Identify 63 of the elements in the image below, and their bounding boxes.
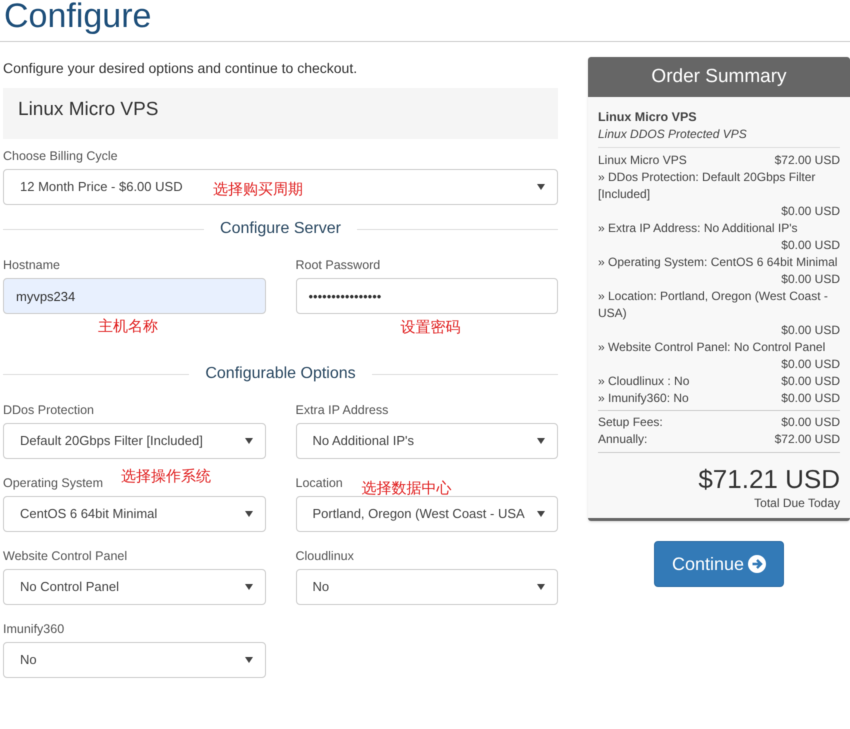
summary-price: $0.00 USD — [781, 203, 840, 220]
product-name: Linux Micro VPS — [598, 109, 698, 126]
summary-price: $0.00 USD — [781, 271, 840, 288]
field-label: Choose Billing Cycle — [3, 148, 118, 166]
dropdown-select[interactable]: No Control Panel — [3, 569, 266, 605]
dropdown-select[interactable]: No — [3, 642, 266, 678]
summary-item: Linux Micro VPS — [598, 152, 687, 169]
summary-item: » Cloudlinux : No — [598, 373, 690, 390]
annotation-text: 选择购买周期 — [213, 179, 303, 200]
field-label: Operating System — [3, 475, 104, 492]
dropdown-select[interactable]: Portland, Oregon (West Coast - USA — [296, 496, 558, 532]
field-label: Root Password — [296, 257, 380, 274]
section-heading: Configurable Options — [205, 364, 356, 384]
field-label: Imunify360 — [3, 621, 64, 638]
summary-title: Order Summary — [651, 64, 787, 89]
caret-icon — [537, 438, 545, 444]
summary-price: $0.00 USD — [781, 237, 840, 254]
caret-icon — [537, 184, 545, 190]
summary-price: $0.00 USD — [781, 414, 840, 431]
caret-icon — [244, 511, 252, 517]
page-title: Configure — [3, 0, 152, 33]
field-label: Hostname — [3, 257, 60, 274]
caret-icon — [244, 438, 252, 444]
dropdown-select[interactable]: No Additional IP's — [296, 423, 558, 459]
summary-item: » Extra IP Address: No Additional IP's — [598, 220, 798, 237]
field-label: Website Control Panel — [3, 548, 128, 566]
caret-icon — [244, 657, 252, 663]
summary-price: $0.00 USD — [781, 390, 840, 407]
product-group: Linux DDOS Protected VPS — [598, 126, 840, 143]
summary-item: » Website Control Panel: No Control Panel — [598, 339, 826, 356]
continue-button[interactable]: Continue — [654, 541, 784, 587]
caret-icon — [244, 584, 252, 590]
dropdown-select[interactable]: CentOS 6 64bit Minimal — [3, 496, 266, 532]
intro-text: Configure your desired options and continue to checkout. — [3, 59, 358, 78]
annotation-text: 主机名称 — [98, 316, 158, 337]
caret-icon — [537, 511, 545, 517]
field-label: Location — [296, 475, 343, 492]
annotation-text: 设置密码 — [400, 317, 460, 338]
password-field[interactable]: •••••••••••••••• — [296, 278, 558, 314]
summary-item: » Location: Portland, Oregon (West Coast - USA) — [598, 288, 829, 322]
dropdown-select[interactable]: Default 20Gbps Filter [Included] — [3, 423, 266, 459]
annotation-text: 选择数据中心 — [362, 478, 452, 499]
product-panel: Linux Micro VPS — [3, 88, 558, 139]
summary-price: $0.00 USD — [781, 356, 840, 373]
field-label: DDos Protection — [3, 402, 94, 420]
caret-icon — [537, 584, 545, 590]
summary-price: $0.00 USD — [781, 373, 840, 390]
summary-item: » DDos Protection: Default 20Gbps Filter [Included] — [598, 169, 816, 203]
hostname-field[interactable]: myvps234 — [3, 278, 266, 314]
dropdown-select[interactable]: No — [296, 569, 558, 605]
summary-item: » Operating System: CentOS 6 64bit Minimal — [598, 254, 838, 271]
summary-item: » Imunify360: No — [598, 390, 689, 407]
summary-item: Setup Fees: — [598, 414, 663, 431]
field-label: Extra IP Address — [296, 402, 388, 420]
summary-item: Annually: — [598, 431, 648, 448]
summary-price: $72.00 USD — [774, 431, 840, 448]
summary-price: $0.00 USD — [781, 322, 840, 339]
section-heading: Configure Server — [220, 219, 341, 239]
total-amount: $71.21 USD — [698, 463, 840, 495]
field-label: Cloudlinux — [296, 548, 354, 566]
total-label: Total Due Today — [754, 495, 840, 512]
annotation-text: 选择操作系统 — [121, 466, 211, 487]
summary-price: $72.00 USD — [774, 152, 840, 169]
